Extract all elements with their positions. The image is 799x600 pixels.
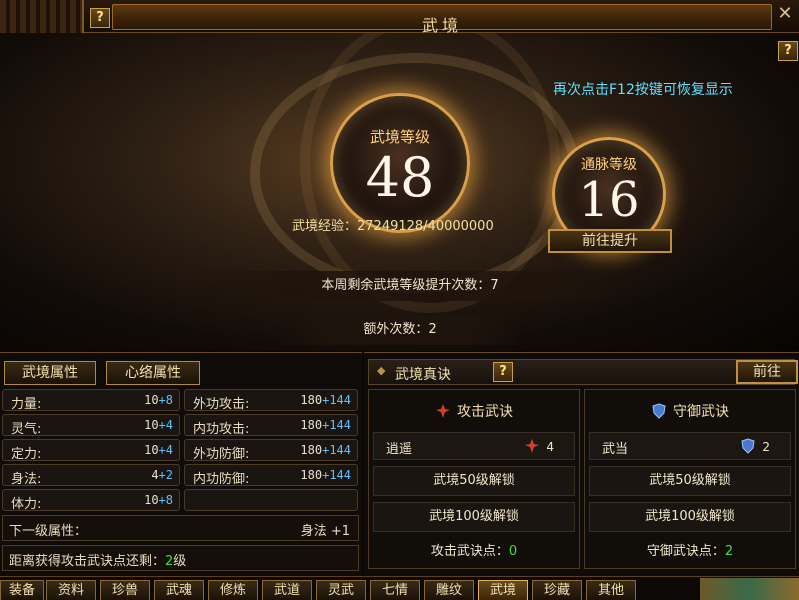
defense-art-column: 守御武诀 武当 2 武境50级解锁 武境100级解锁 守御武诀点：2 [584,389,796,569]
attack-unlock-100-button[interactable]: 武境100级解锁 [373,502,575,532]
stat-stamina: 体力: 10+8 [2,489,180,512]
tab-pet[interactable]: 珍兽 [100,580,150,600]
close-button[interactable]: ✕ [774,4,796,26]
defense-art-points: 守御武诀点：2 [646,544,734,559]
attribute-panel: 武境属性 心络属性 力量: 10+8 灵气: 10+4 定力: 10+4 身法:… [0,352,362,576]
true-art-panel: ◆ 武境真诀 ? 前往 攻击武诀 逍遥 4 武境50级解锁 武境100级解锁 攻… [364,352,799,576]
background-scene-fragment [700,578,799,600]
tab-cultivation[interactable]: 修炼 [208,580,258,600]
meridian-level-value: 16 [578,172,640,228]
tab-wujing-attributes[interactable]: 武境属性 [4,361,96,385]
defense-art-school[interactable]: 武当 2 [589,432,791,460]
title-bar: ? 武境 ✕ [0,0,799,35]
defense-art-title: 守御武诀 [585,398,795,426]
tab-xinluo-attributes[interactable]: 心络属性 [106,361,200,385]
stat-external-attack: 外功攻击: 180+144 [184,389,358,412]
stat-strength: 力量: 10+8 [2,389,180,412]
stat-internal-defense: 内功防御: 180+144 [184,464,358,487]
stat-spirit: 灵气: 10+4 [2,414,180,437]
stat-internal-attack: 内功攻击: 180+144 [184,414,358,437]
stat-focus: 定力: 10+4 [2,439,180,462]
goto-upgrade-button[interactable]: 前往提升 [548,229,672,253]
wujing-stage: ? 再次点击F12按键可恢复显示 武境等级 48 通脉等级 16 武境经验：27… [0,33,799,351]
meridian-level-label: 通脉等级 [581,157,637,173]
stat-empty-slot [184,489,358,511]
title-decoration [0,0,84,33]
tab-other[interactable]: 其他 [586,580,636,600]
next-level-attributes: 下一级属性： 身法 +1 [2,515,359,541]
attack-point-remaining: 距离获得攻击武诀点还剩：2级 [2,545,359,571]
help-button[interactable]: ? [90,8,110,28]
weekly-remaining: 本周剩余武境等级提升次数：7 [200,271,620,301]
tab-wujing[interactable]: 武境 [478,580,528,600]
restore-hint: 再次点击F12按键可恢复显示 [553,82,733,98]
true-art-help-button[interactable]: ? [493,362,513,382]
wujing-level-value: 48 [365,146,435,209]
wujing-level-label: 武境等级 [369,128,430,146]
stat-agility: 身法: 4+2 [2,464,180,487]
stat-external-defense: 外功防御: 180+144 [184,439,358,462]
attack-art-school[interactable]: 逍遥 4 [373,432,575,460]
tab-martial-soul[interactable]: 武魂 [154,580,204,600]
attack-art-points: 攻击武诀点：0 [430,544,518,559]
diamond-icon: ◆ [377,364,386,377]
stage-help-button[interactable]: ? [778,41,798,61]
true-art-title: 武境真诀 [395,367,451,383]
true-art-goto-button[interactable]: 前往 [736,360,798,384]
tab-equipment[interactable]: 装备 [0,580,44,600]
attack-art-column: 攻击武诀 逍遥 4 武境50级解锁 武境100级解锁 攻击武诀点：0 [368,389,580,569]
tab-profile[interactable]: 资料 [46,580,96,600]
defense-unlock-100-button[interactable]: 武境100级解锁 [589,502,791,532]
character-tab-bar: 装备 资料 珍兽 武魂 修炼 武道 灵武 七情 雕纹 武境 珍藏 其他 [0,576,799,600]
tab-collection[interactable]: 珍藏 [532,580,582,600]
tab-spirit-weapon[interactable]: 灵武 [316,580,366,600]
wujing-level-orb: 武境等级 48 [330,93,470,233]
attack-icon [525,439,540,453]
title-plate: 武境 [112,4,772,35]
extra-count: 额外次数：2 [280,315,520,345]
wujing-experience: 武境经验：27249128/40000000 [292,219,494,234]
tab-engraving[interactable]: 雕纹 [424,580,474,600]
tab-emotions[interactable]: 七情 [370,580,420,600]
true-art-header: ◆ 武境真诀 ? [368,359,795,385]
attack-icon [436,404,450,418]
tab-martial-way[interactable]: 武道 [262,580,312,600]
shield-icon [741,438,755,454]
attack-unlock-50-button[interactable]: 武境50级解锁 [373,466,575,496]
shield-icon [652,403,666,419]
defense-unlock-50-button[interactable]: 武境50级解锁 [589,466,791,496]
attack-art-title: 攻击武诀 [369,398,579,426]
